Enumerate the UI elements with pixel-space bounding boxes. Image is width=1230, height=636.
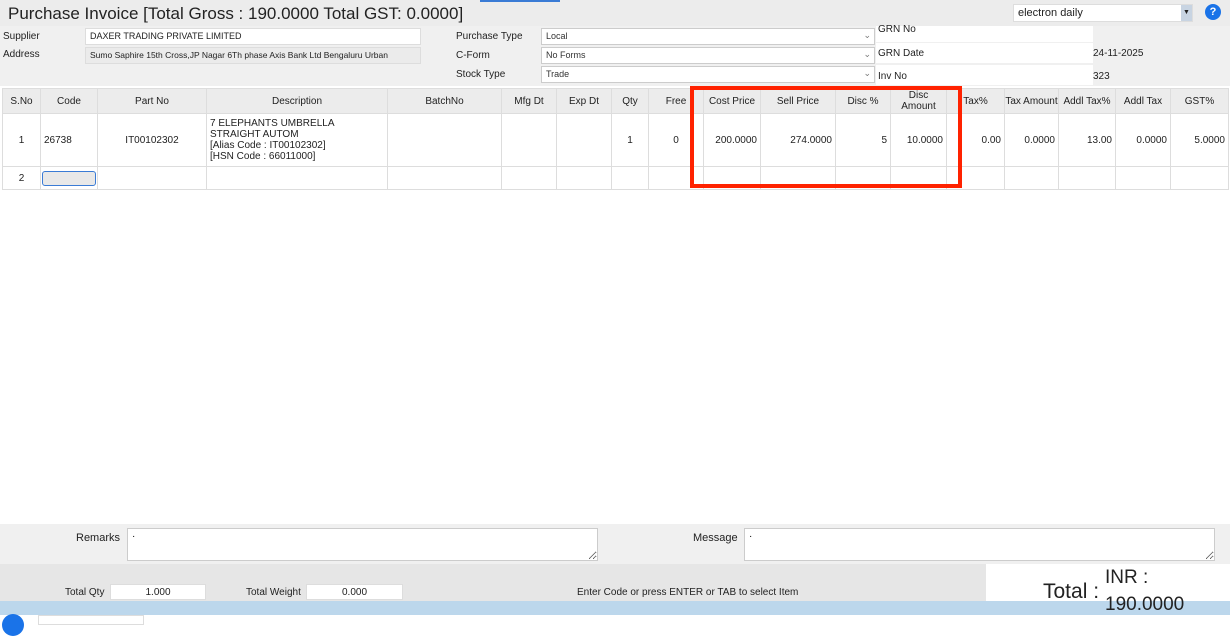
remarks-textarea[interactable]: · (127, 528, 598, 561)
page-title: Purchase Invoice [Total Gross : 190.0000… (8, 4, 464, 23)
address-field: Sumo Saphire 15th Cross,JP Nagar 6Th pha… (85, 47, 421, 64)
stock-type-label: Stock Type (456, 69, 506, 80)
col-header: Mfg Dt (501, 88, 557, 114)
total-currency: INR : (1105, 567, 1149, 588)
table-header-row: S.No Code Part No Description BatchNo Mf… (2, 88, 1229, 114)
chevron-down-icon: ⌄ (863, 49, 871, 59)
cell-code[interactable]: 26738 (40, 113, 98, 167)
cform-select[interactable]: No Forms ⌄ (541, 47, 875, 64)
cell-sno: 2 (2, 166, 41, 190)
col-header: Tax Amount (1004, 88, 1059, 114)
entry-hint: Enter Code or press ENTER or TAB to sele… (577, 587, 799, 598)
cell-batch[interactable] (387, 113, 502, 167)
cell-empty (206, 166, 388, 190)
cell-addl-tax-pct: 13.00 (1058, 113, 1116, 167)
cform-label: C-Form (456, 50, 490, 61)
col-header: S.No (2, 88, 41, 114)
cell-empty (501, 166, 557, 190)
cell-empty (1058, 166, 1116, 190)
stock-type-select[interactable]: Trade ⌄ (541, 66, 875, 83)
cell-qty[interactable]: 1 (611, 113, 649, 167)
cell-empty (1170, 166, 1229, 190)
highlight-annotation-box (690, 86, 962, 188)
cell-addl-tax: 0.0000 (1115, 113, 1171, 167)
col-header: GST% (1170, 88, 1229, 114)
company-select-value: electron daily (1018, 7, 1083, 19)
message-label: Message (693, 532, 738, 544)
col-header: Addl Tax% (1058, 88, 1116, 114)
total-value: 190.0000 (1105, 594, 1185, 615)
cell-empty (97, 166, 207, 190)
col-header: Description (206, 88, 388, 114)
col-header: Code (40, 88, 98, 114)
cell-mfg[interactable] (501, 113, 557, 167)
hsn-code: [HSN Code : 66011000] (210, 151, 316, 162)
active-tab-indicator (480, 0, 560, 2)
total-label: Total : (1043, 580, 1100, 603)
help-icon[interactable]: ? (1205, 4, 1221, 20)
cell-empty (387, 166, 502, 190)
total-weight-label: Total Weight (246, 587, 301, 598)
message-textarea[interactable]: · (744, 528, 1215, 561)
code-input[interactable] (42, 170, 96, 186)
remarks-label: Remarks (76, 532, 121, 544)
cell-gst-pct: 5.0000 (1170, 113, 1229, 167)
col-header: Addl Tax (1115, 88, 1171, 114)
cform-value: No Forms (546, 50, 586, 60)
purchase-type-select[interactable]: Local ⌄ (541, 28, 875, 45)
grn-no-label: GRN No (878, 24, 916, 35)
cell-description: 7 ELEPHANTS UMBRELLA STRAIGHT AUTOM [Alia… (206, 113, 388, 167)
company-select[interactable]: electron daily ▼ (1013, 4, 1193, 22)
cell-empty (611, 166, 649, 190)
address-label: Address (3, 49, 40, 60)
table-row[interactable]: 1 26738 IT00102302 7 ELEPHANTS UMBRELLA … (2, 113, 1229, 167)
dropdown-arrow-icon[interactable]: ▼ (1181, 5, 1192, 21)
grn-date-value: 24-11-2025 (1093, 48, 1144, 59)
col-header: BatchNo (387, 88, 502, 114)
cell-sno: 1 (2, 113, 41, 167)
total-qty-field: 1.000 (110, 584, 206, 600)
chevron-down-icon: ⌄ (863, 68, 871, 78)
purchase-type-label: Purchase Type (456, 31, 523, 42)
inv-no-label: Inv No (878, 71, 907, 82)
bottom-tab[interactable] (38, 615, 144, 625)
total-qty-label: Total Qty (65, 587, 105, 598)
col-header: Exp Dt (556, 88, 612, 114)
cell-exp[interactable] (556, 113, 612, 167)
col-header: Part No (97, 88, 207, 114)
cell-empty (1004, 166, 1059, 190)
supplier-label: Supplier (3, 31, 40, 42)
cell-code[interactable] (40, 166, 98, 190)
alias-code: [Alias Code : IT00102302] (210, 140, 326, 151)
purchase-type-value: Local (546, 31, 568, 41)
cell-empty (556, 166, 612, 190)
table-row[interactable]: 2 (2, 166, 1229, 190)
app-launcher-icon[interactable] (2, 614, 24, 636)
cell-empty (1115, 166, 1171, 190)
inv-no-bg (876, 65, 1093, 85)
stock-type-value: Trade (546, 69, 570, 79)
col-header: Qty (611, 88, 649, 114)
total-weight-field: 0.000 (306, 584, 403, 600)
chevron-down-icon: ⌄ (863, 30, 871, 40)
grn-date-label: GRN Date (878, 48, 925, 59)
inv-no-value: 323 (1093, 71, 1110, 82)
description-text: 7 ELEPHANTS UMBRELLA STRAIGHT AUTOM (210, 118, 334, 140)
cell-tax-amount: 0.0000 (1004, 113, 1059, 167)
items-table: S.No Code Part No Description BatchNo Mf… (2, 88, 1229, 190)
cell-part-no: IT00102302 (97, 113, 207, 167)
supplier-field[interactable]: DAXER TRADING PRIVATE LIMITED (85, 28, 421, 45)
